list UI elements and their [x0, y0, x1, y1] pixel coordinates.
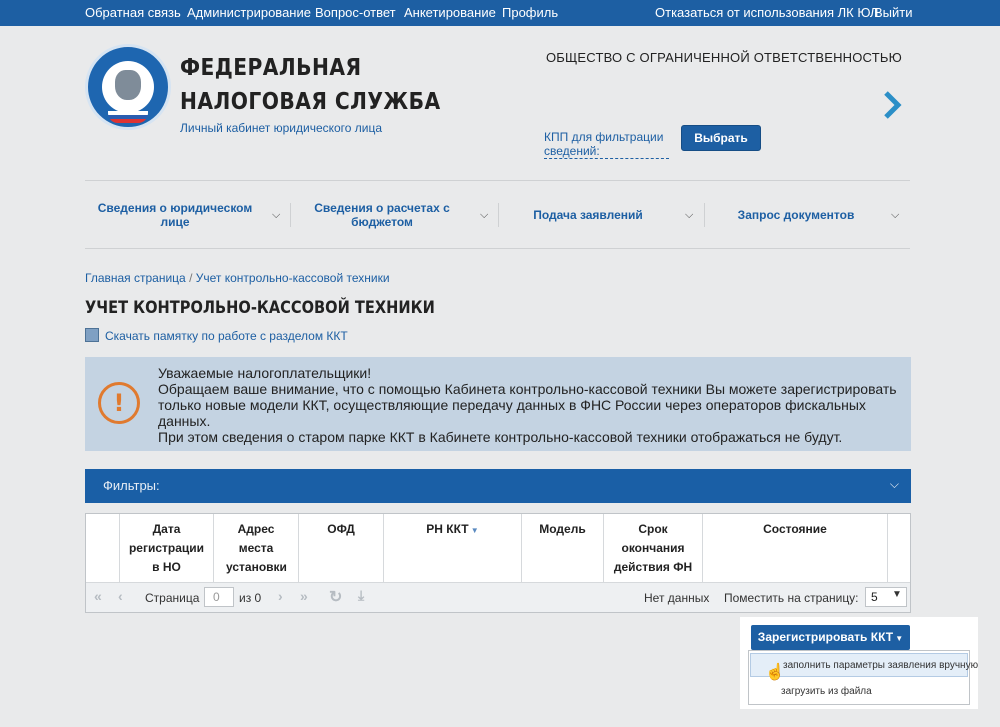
breadcrumb: Главная страница / Учет контрольно-кассо… — [85, 271, 390, 285]
column-label: РН ККТ — [426, 522, 469, 536]
next-page-icon[interactable]: › — [278, 588, 283, 604]
brand-subtitle: Личный кабинет юридического лица — [180, 121, 383, 135]
first-page-icon[interactable]: « — [94, 588, 102, 604]
register-dropdown: Зарегистрировать ККТ ▼ заполнить парамет… — [740, 617, 978, 709]
eagle-icon — [115, 70, 141, 100]
chevron-down-icon: ⌵ — [889, 477, 899, 491]
pager: « ‹ Страница 0 из 0 › » ↻ ⤓ Нет данных П… — [86, 582, 910, 612]
kkt-table: Дата регистрации в НО Адрес места устано… — [85, 513, 911, 613]
column-header-registration-date[interactable]: Дата регистрации в НО — [120, 514, 214, 582]
notice-panel: ! Уважаемые налогоплательщики! Обращаем … — [85, 357, 911, 451]
page-number-value: 0 — [213, 590, 220, 604]
nav-item-label: Сведения о расчетах с бюджетом — [314, 201, 450, 229]
breadcrumb-home[interactable]: Главная страница — [85, 271, 186, 285]
top-bar: Обратная связь Администрирование Вопрос-… — [0, 0, 1000, 26]
brand-title-line2: НАЛОГОВАЯ СЛУЖБА — [180, 89, 441, 115]
per-page-value: 5 — [871, 590, 878, 604]
page-total: из 0 — [239, 591, 262, 605]
chevron-down-icon: ▼ — [892, 589, 902, 600]
page-number-input[interactable]: 0 — [204, 587, 234, 607]
nav-item-label: Запрос документов — [737, 208, 855, 222]
no-data-text: Нет данных — [644, 591, 710, 605]
page-title: УЧЕТ КОНТРОЛЬНО-КАССОВОЙ ТЕХНИКИ — [85, 298, 435, 318]
select-button[interactable]: Выбрать — [681, 125, 761, 151]
column-header-select — [86, 514, 120, 582]
nav-item-legal-entity[interactable]: Сведения о юридическом лице ⌵ — [85, 181, 290, 249]
fns-logo[interactable] — [85, 44, 171, 130]
link-opt-out[interactable]: Отказаться от использования ЛК ЮЛ — [655, 5, 878, 20]
menu-item-load-from-file[interactable]: загрузить из файла — [749, 680, 969, 704]
notice-line-greeting: Уважаемые налогоплательщики! — [158, 365, 372, 381]
link-survey[interactable]: Анкетирование — [404, 5, 496, 20]
link-faq[interactable]: Вопрос-ответ — [315, 5, 396, 20]
nav-item-budget[interactable]: Сведения о расчетах с бюджетом ⌵ — [290, 181, 498, 249]
organization-name: ОБЩЕСТВО С ОГРАНИЧЕННОЙ ОТВЕТСТВЕННОСТЬЮ — [546, 50, 902, 65]
logo-emblem — [102, 61, 154, 113]
breadcrumb-separator: / — [189, 271, 193, 285]
link-feedback[interactable]: Обратная связь — [85, 5, 181, 20]
download-icon[interactable]: ⤓ — [358, 587, 364, 604]
column-header-ofd[interactable]: ОФД — [299, 514, 384, 582]
brand-title-line1: ФЕДЕРАЛЬНАЯ — [180, 55, 362, 81]
chevron-down-icon: ⌵ — [272, 209, 281, 221]
nav-item-label: Сведения о юридическом лице — [97, 201, 253, 229]
sort-arrow-icon: ▼ — [468, 526, 479, 535]
per-page-select[interactable]: 5 ▼ — [865, 587, 907, 607]
column-header-rn-kkt[interactable]: РН ККТ ▼ — [384, 514, 522, 582]
column-header-model[interactable]: Модель — [522, 514, 604, 582]
chevron-down-icon: ⌵ — [685, 209, 694, 221]
link-profile[interactable]: Профиль — [502, 5, 558, 20]
chevron-down-icon: ⌵ — [480, 209, 489, 221]
notice-text: Уважаемые налогоплательщики! Обращаем ва… — [158, 365, 903, 445]
exclamation-icon: ! — [98, 382, 140, 424]
notice-line-body: Обращаем ваше внимание, что с помощью Ка… — [158, 381, 897, 429]
main-nav: Сведения о юридическом лице ⌵ Сведения о… — [85, 180, 910, 249]
document-icon — [85, 328, 99, 342]
flag-icon — [108, 111, 148, 123]
last-page-icon[interactable]: » — [300, 588, 308, 604]
download-memo-label: Скачать памятку по работе с разделом ККТ — [105, 329, 348, 343]
chevron-down-icon: ⌵ — [891, 209, 900, 221]
download-memo-link[interactable]: Скачать памятку по работе с разделом ККТ — [85, 328, 348, 343]
page-label: Страница — [145, 591, 200, 605]
prev-page-icon[interactable]: ‹ — [118, 588, 123, 604]
nav-item-documents[interactable]: Запрос документов ⌵ — [704, 181, 910, 249]
nav-item-label: Подача заявлений — [533, 208, 643, 222]
register-kkt-label: Зарегистрировать ККТ — [757, 630, 894, 644]
link-administration[interactable]: Администрирование — [187, 5, 311, 20]
column-header-fn-expiry[interactable]: Срок окончания действия ФН — [604, 514, 703, 582]
pointer-hand-icon: ☝ — [765, 664, 785, 681]
kpp-filter-link[interactable]: КПП для фильтрации сведений: — [544, 130, 669, 159]
register-menu: заполнить параметры заявления вручную за… — [748, 650, 978, 705]
refresh-icon[interactable]: ↻ — [329, 587, 342, 607]
notice-line-footer: При этом сведения о старом парке ККТ в К… — [158, 429, 843, 445]
column-header-status[interactable]: Состояние — [703, 514, 888, 582]
breadcrumb-current: Учет контрольно-кассовой техники — [195, 271, 390, 285]
filters-label: Фильтры: — [103, 478, 160, 493]
chevron-right-icon[interactable] — [882, 90, 902, 120]
caret-down-icon: ▼ — [893, 634, 904, 643]
per-page-label: Поместить на страницу: — [724, 591, 859, 605]
column-header-address[interactable]: Адрес места установки — [214, 514, 299, 582]
register-kkt-button[interactable]: Зарегистрировать ККТ ▼ — [751, 625, 910, 650]
filters-panel-toggle[interactable]: Фильтры: ⌵ — [85, 469, 911, 503]
nav-item-applications[interactable]: Подача заявлений ⌵ — [498, 181, 704, 249]
link-logout[interactable]: Выйти — [874, 5, 913, 20]
